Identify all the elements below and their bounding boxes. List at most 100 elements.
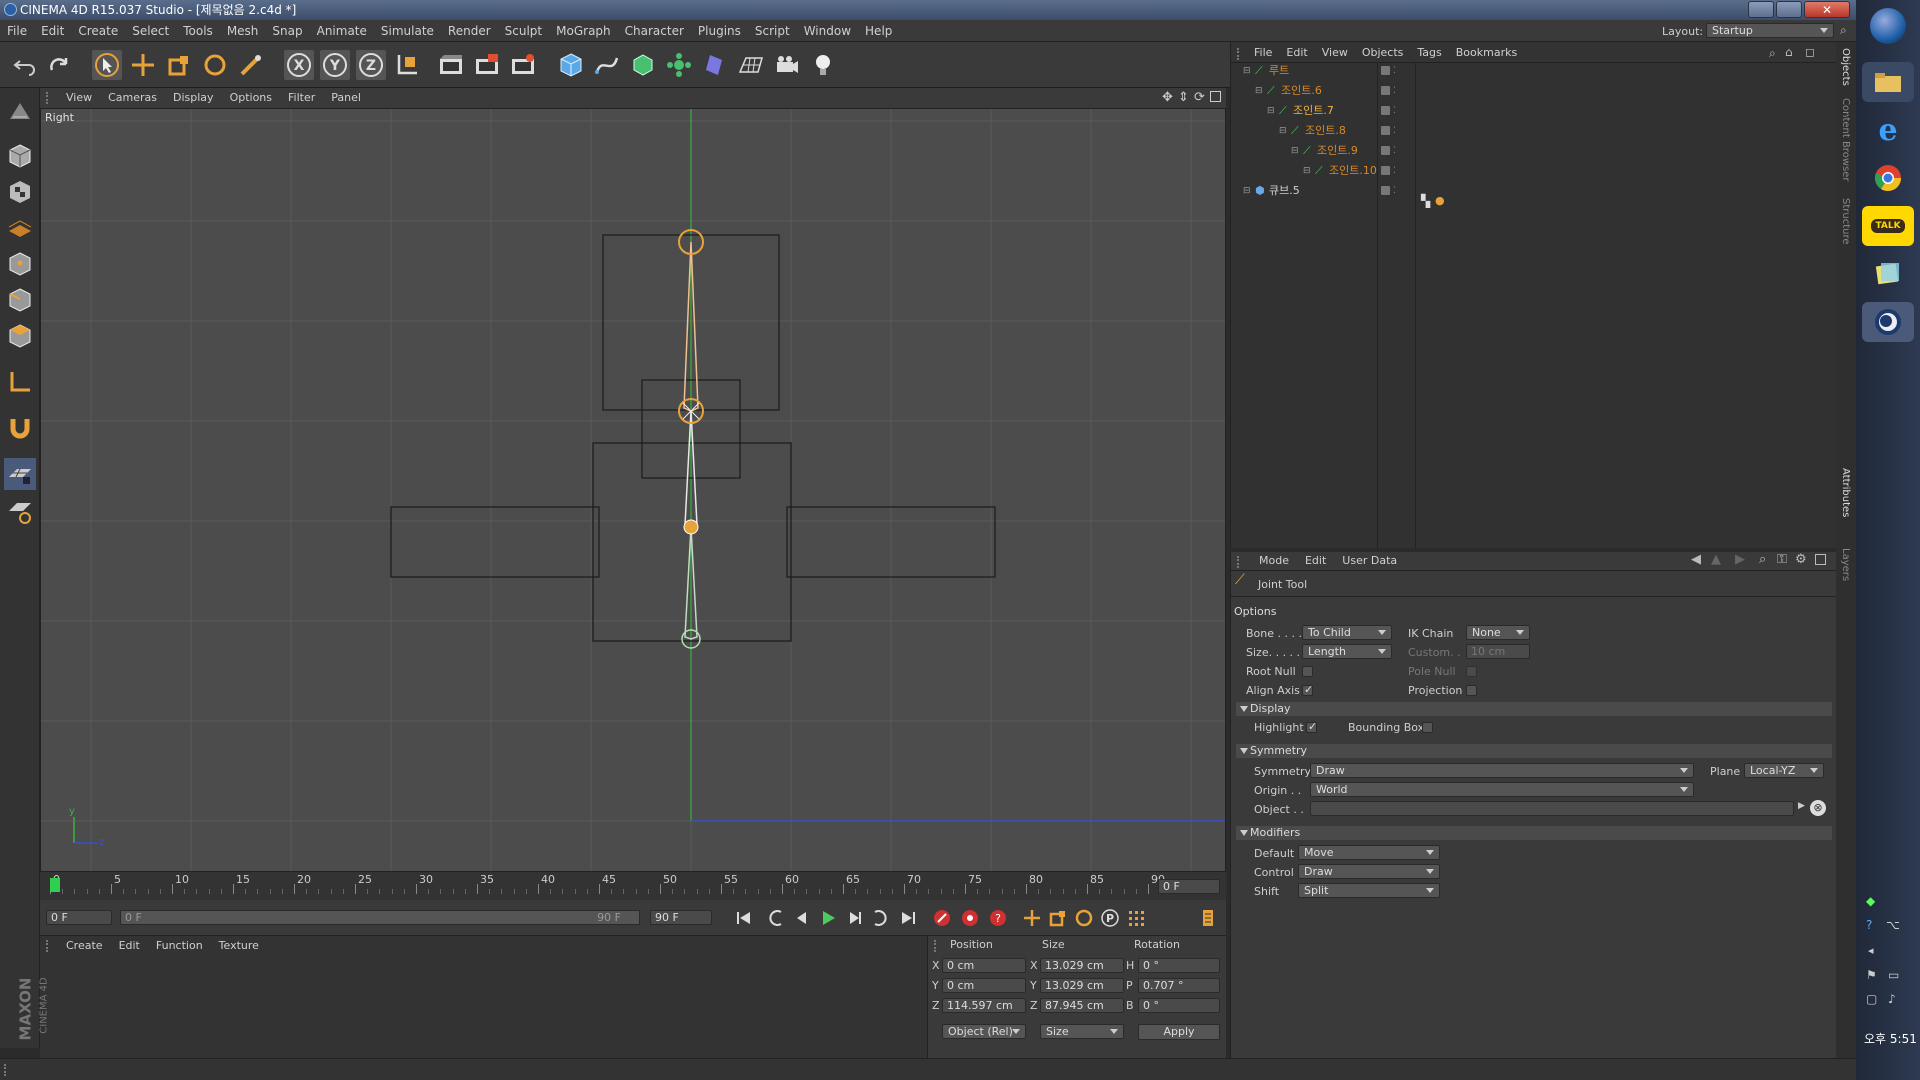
tray-help-icon[interactable]: ?	[1866, 918, 1872, 932]
menu-mesh[interactable]: Mesh	[220, 20, 266, 42]
polygons-mode-icon[interactable]	[4, 320, 36, 352]
apply-button[interactable]: Apply	[1138, 1024, 1220, 1040]
rotation-field[interactable]: 0 °	[1138, 958, 1220, 973]
frame-range-slider[interactable]: 0 F 90 F	[120, 910, 640, 925]
menu-window[interactable]: Window	[797, 20, 858, 42]
chrome-icon[interactable]	[1862, 158, 1914, 198]
size-field[interactable]: 87.945 cm	[1040, 998, 1124, 1013]
object-tree-row[interactable]: ⊟ ⟋ 조인트.6 ⁚	[1237, 82, 1396, 100]
bone-dropdown[interactable]: To Child	[1302, 625, 1392, 640]
edges-mode-icon[interactable]	[4, 284, 36, 316]
key-rotation-icon[interactable]	[1072, 906, 1096, 930]
attribute-menu-mode[interactable]: Mode	[1251, 552, 1297, 570]
object-menu-file[interactable]: File	[1247, 44, 1279, 62]
visibility-dots-icon[interactable]: ⁚	[1393, 162, 1396, 180]
new-panel-icon[interactable]	[1815, 554, 1826, 565]
move-view-icon[interactable]: ✥	[1162, 90, 1173, 105]
scale-icon[interactable]	[164, 50, 194, 80]
tree-expand-icon[interactable]: ⊟	[1243, 62, 1251, 80]
render-settings-icon[interactable]	[508, 50, 538, 80]
projection-checkbox[interactable]	[1466, 685, 1477, 696]
viewport-right[interactable]: Right y z	[40, 108, 1226, 872]
tree-expand-icon[interactable]: ⊟	[1243, 182, 1251, 200]
menu-mograph[interactable]: MoGraph	[549, 20, 618, 42]
visibility-dots-icon[interactable]: ⁚	[1393, 122, 1396, 140]
minimize-button[interactable]	[1748, 1, 1774, 18]
display-section-header[interactable]: Display	[1236, 702, 1832, 716]
redo-icon[interactable]	[44, 50, 74, 80]
keyframe-selection-icon[interactable]: ?	[986, 906, 1010, 930]
object-tree-row[interactable]: ⊟ ⟋ 조인트.9 ⁚	[1237, 142, 1396, 160]
select-arrow-icon[interactable]	[92, 50, 122, 80]
menu-render[interactable]: Render	[441, 20, 498, 42]
forward-arrow-icon[interactable]: ▶	[1735, 552, 1745, 567]
locked-workplane-icon[interactable]	[4, 496, 36, 528]
cinema4d-taskbar-icon[interactable]	[1862, 302, 1914, 342]
settings-icon[interactable]: ⚙	[1795, 552, 1807, 567]
menu-plugins[interactable]: Plugins	[691, 20, 748, 42]
layer-toggle-icon[interactable]	[1381, 166, 1390, 175]
render-picture-viewer-icon[interactable]	[472, 50, 502, 80]
next-key-icon[interactable]	[868, 906, 892, 930]
size-field[interactable]: 13.029 cm	[1040, 978, 1124, 993]
size-dropdown[interactable]: Length	[1302, 644, 1392, 659]
up-arrow-icon[interactable]: ▲	[1711, 552, 1721, 567]
bounding-box-checkbox[interactable]	[1422, 722, 1433, 733]
layer-toggle-icon[interactable]	[1381, 146, 1390, 155]
tree-expand-icon[interactable]: ⊟	[1291, 142, 1299, 160]
z-axis-lock-icon[interactable]: Z	[356, 50, 386, 80]
visibility-dots-icon[interactable]: ⁚	[1393, 102, 1396, 120]
viewport-menu-options[interactable]: Options	[222, 88, 280, 108]
rotation-field[interactable]: 0.707 °	[1138, 978, 1220, 993]
visibility-dots-icon[interactable]: ⁚	[1393, 62, 1396, 80]
autokey-icon[interactable]	[958, 906, 982, 930]
world-coordinates-icon[interactable]	[392, 50, 422, 80]
key-scale-icon[interactable]	[1046, 906, 1070, 930]
default-modifier-dropdown[interactable]: Move	[1298, 845, 1440, 860]
layer-toggle-icon[interactable]	[1381, 86, 1390, 95]
symmetry-dropdown[interactable]: Draw	[1310, 763, 1694, 778]
undo-icon[interactable]	[10, 50, 40, 80]
tray-network-icon[interactable]: ◆	[1866, 894, 1875, 908]
align-axis-checkbox[interactable]	[1302, 683, 1313, 696]
viewport-menu-cameras[interactable]: Cameras	[100, 88, 165, 108]
position-field[interactable]: 114.597 cm	[942, 998, 1026, 1013]
search-icon[interactable]: ⌕	[1769, 46, 1776, 61]
viewport-canvas[interactable]	[41, 109, 1226, 872]
viewport-menu-display[interactable]: Display	[165, 88, 222, 108]
object-tree-row[interactable]: ⊟ ⟋ 조인트.8 ⁚	[1237, 122, 1396, 140]
model-mode-icon[interactable]	[4, 140, 36, 172]
menu-file[interactable]: File	[0, 20, 34, 42]
menu-tools[interactable]: Tools	[176, 20, 220, 42]
phong-tag-icon[interactable]: ●	[1435, 194, 1445, 207]
object-picker-icon[interactable]: ⊗	[1810, 800, 1826, 816]
render-view-icon[interactable]	[436, 50, 466, 80]
snapping-magnet-icon[interactable]	[4, 412, 36, 444]
object-tree-row[interactable]: ⊟ ⟋ 조인트.10 ⁚	[1237, 162, 1396, 180]
layer-toggle-icon[interactable]	[1381, 186, 1390, 195]
previous-key-icon[interactable]	[764, 906, 788, 930]
start-frame-field[interactable]: 0 F	[46, 910, 112, 925]
workplane-grid-icon[interactable]	[4, 458, 36, 490]
go-to-start-icon[interactable]	[732, 906, 756, 930]
root-null-checkbox[interactable]	[1302, 666, 1313, 677]
object-menu-view[interactable]: View	[1315, 44, 1355, 62]
joint-tool-icon[interactable]	[236, 50, 266, 80]
side-tab-layers[interactable]: Layers	[1840, 548, 1851, 581]
tray-expand-icon[interactable]: ◂	[1868, 944, 1874, 957]
cube-primitive-icon[interactable]	[556, 50, 586, 80]
next-frame-icon[interactable]	[842, 906, 866, 930]
timeline-ruler[interactable]: 051015202530354045505560657075808590 0 F	[40, 872, 1226, 900]
tray-usb-icon[interactable]: ⌥	[1886, 918, 1900, 932]
workplane-mode-icon[interactable]	[4, 212, 36, 244]
new-view-icon[interactable]: ◻	[1805, 45, 1815, 59]
go-to-end-icon[interactable]	[896, 906, 920, 930]
side-tab-objects[interactable]: Objects	[1840, 48, 1851, 86]
key-position-icon[interactable]	[1020, 906, 1044, 930]
rotate-view-icon[interactable]: ⟳	[1194, 90, 1205, 105]
start-button[interactable]	[1870, 8, 1906, 44]
light-icon[interactable]	[808, 50, 838, 80]
tray-flag-icon[interactable]: ⚑	[1866, 968, 1877, 982]
menu-help[interactable]: Help	[858, 20, 899, 42]
zoom-view-icon[interactable]: ⇕	[1178, 90, 1189, 105]
